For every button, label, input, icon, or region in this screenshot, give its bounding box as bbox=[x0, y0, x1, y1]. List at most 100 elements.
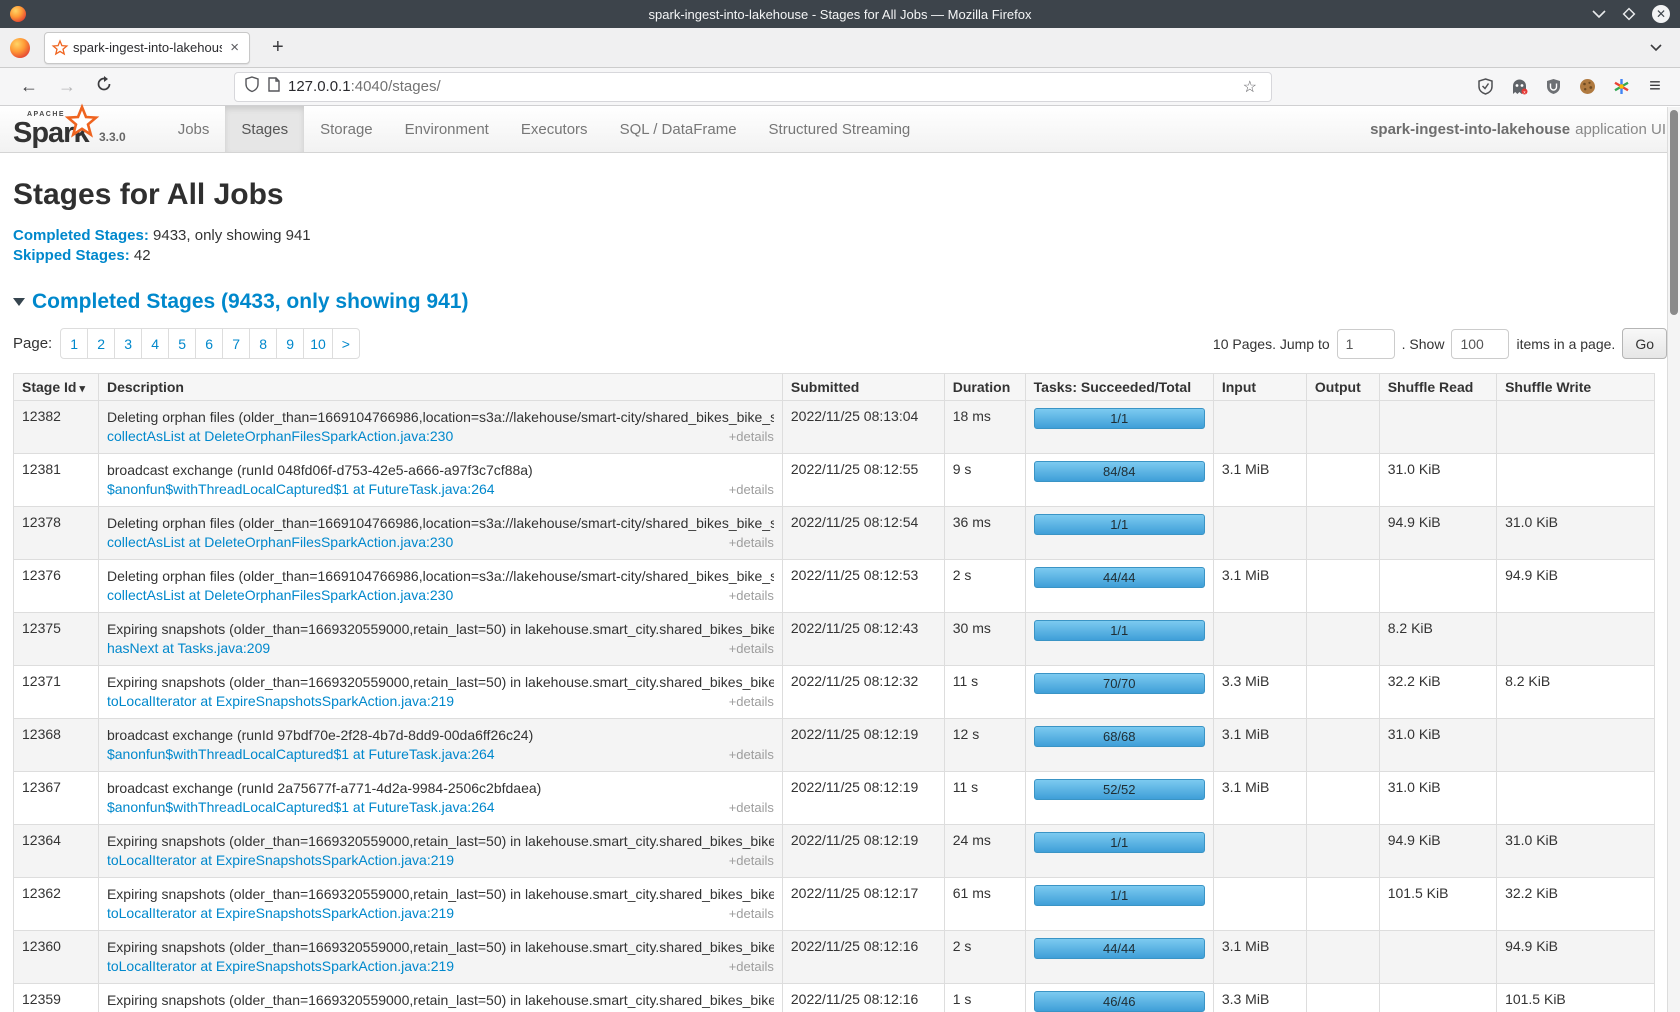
page-link-4[interactable]: 4 bbox=[141, 328, 169, 359]
stage-callsite-link[interactable]: toLocalIterator at ExpireSnapshotsSparkA… bbox=[107, 904, 454, 923]
details-toggle[interactable]: +details bbox=[729, 639, 774, 658]
browser-tab-active[interactable]: spark-ingest-into-lakehous × bbox=[44, 32, 250, 64]
column-header-input[interactable]: Input bbox=[1213, 374, 1306, 401]
details-toggle[interactable]: +details bbox=[729, 427, 774, 446]
stage-callsite-link[interactable]: collectAsList at DeleteOrphanFilesSparkA… bbox=[107, 586, 453, 605]
page-link-8[interactable]: 8 bbox=[249, 328, 277, 359]
page-link-10[interactable]: 10 bbox=[303, 328, 333, 359]
stage-callsite-link[interactable]: $anonfun$withThreadLocalCaptured$1 at Fu… bbox=[107, 798, 495, 817]
column-header-description[interactable]: Description bbox=[98, 374, 782, 401]
skipped-stages-link[interactable]: Skipped Stages: bbox=[13, 247, 130, 264]
stage-id-cell: 12382 bbox=[14, 401, 99, 454]
stage-callsite-link[interactable]: toLocalIterator at ExpireSnapshotsSparkA… bbox=[107, 957, 454, 976]
tasks-progress-bar: 52/52 bbox=[1034, 779, 1205, 800]
page-info-icon[interactable] bbox=[268, 77, 280, 97]
shuffle-read-cell bbox=[1379, 984, 1496, 1012]
tasks-cell: 1/1 bbox=[1025, 401, 1213, 454]
stage-callsite-link[interactable]: $anonfun$withThreadLocalCaptured$1 at Fu… bbox=[107, 480, 495, 499]
url-bar[interactable]: 127.0.0.1:4040/stages/ ☆ bbox=[234, 72, 1272, 102]
page-link-6[interactable]: 6 bbox=[195, 328, 223, 359]
list-all-tabs-chevron-icon[interactable] bbox=[1642, 35, 1670, 61]
duration-cell: 11 s bbox=[944, 772, 1025, 825]
extension-cookie-icon[interactable] bbox=[1576, 76, 1598, 98]
details-toggle[interactable]: +details bbox=[729, 692, 774, 711]
nav-item-stages[interactable]: Stages bbox=[225, 106, 304, 152]
application-name: spark-ingest-into-lakehouse bbox=[1370, 121, 1570, 138]
stage-callsite-link[interactable]: toLocalIterator at ExpireSnapshotsSparkA… bbox=[107, 692, 454, 711]
page-link-3[interactable]: 3 bbox=[114, 328, 142, 359]
nav-item-executors[interactable]: Executors bbox=[505, 106, 604, 152]
column-header-shuffle-read[interactable]: Shuffle Read bbox=[1379, 374, 1496, 401]
details-toggle[interactable]: +details bbox=[729, 957, 774, 976]
column-header-duration[interactable]: Duration bbox=[944, 374, 1025, 401]
details-toggle[interactable]: +details bbox=[729, 586, 774, 605]
extension-shield-check-icon[interactable] bbox=[1474, 76, 1496, 98]
page-link-9[interactable]: 9 bbox=[276, 328, 304, 359]
window-maximize-button[interactable] bbox=[1622, 7, 1636, 21]
stage-callsite-link[interactable]: $anonfun$withThreadLocalCaptured$1 at Fu… bbox=[107, 745, 495, 764]
menu-hamburger-icon[interactable]: ≡ bbox=[1644, 76, 1666, 98]
stage-callsite-link[interactable]: toLocalIterator at ExpireSnapshotsSparkA… bbox=[107, 851, 454, 870]
column-header-output[interactable]: Output bbox=[1306, 374, 1379, 401]
stage-callsite-link[interactable]: collectAsList at DeleteOrphanFilesSparkA… bbox=[107, 533, 453, 552]
input-cell bbox=[1213, 825, 1306, 878]
scrollbar-thumb[interactable] bbox=[1670, 110, 1678, 315]
details-toggle[interactable]: +details bbox=[729, 798, 774, 817]
nav-item-storage[interactable]: Storage bbox=[304, 106, 389, 152]
completed-stages-section-toggle[interactable]: Completed Stages (9433, only showing 941… bbox=[13, 290, 1667, 314]
column-header-shuffle-write[interactable]: Shuffle Write bbox=[1497, 374, 1655, 401]
extension-colorful-asterisk-icon[interactable] bbox=[1610, 76, 1632, 98]
new-tab-button[interactable]: + bbox=[266, 36, 290, 59]
submitted-cell: 2022/11/25 08:12:19 bbox=[782, 772, 944, 825]
input-cell bbox=[1213, 878, 1306, 931]
table-row: 12381 broadcast exchange (runId 048fd06f… bbox=[14, 454, 1655, 507]
forward-button[interactable]: → bbox=[48, 76, 86, 97]
shuffle-write-cell: 101.5 KiB bbox=[1497, 984, 1655, 1012]
jump-controls: 10 Pages. Jump to . Show items in a page… bbox=[1213, 328, 1667, 359]
stage-callsite-link[interactable]: collectAsList at DeleteOrphanFilesSparkA… bbox=[107, 427, 453, 446]
stage-callsite-link[interactable]: hasNext at Tasks.java:209 bbox=[107, 639, 270, 658]
column-header-tasks[interactable]: Tasks: Succeeded/Total bbox=[1025, 374, 1213, 401]
page-scrollbar[interactable] bbox=[1667, 107, 1680, 1012]
bookmark-star-icon[interactable]: ☆ bbox=[1239, 77, 1261, 97]
reload-button[interactable] bbox=[86, 76, 122, 97]
tracking-shield-icon[interactable] bbox=[245, 76, 259, 97]
shuffle-write-cell bbox=[1497, 454, 1655, 507]
tab-close-icon[interactable]: × bbox=[228, 40, 241, 55]
stage-id-cell: 12360 bbox=[14, 931, 99, 984]
go-button[interactable]: Go bbox=[1622, 328, 1667, 359]
nav-item-structured-streaming[interactable]: Structured Streaming bbox=[753, 106, 927, 152]
firefox-view-icon[interactable] bbox=[10, 38, 30, 58]
page-link-1[interactable]: 1 bbox=[60, 328, 88, 359]
jump-to-page-input[interactable] bbox=[1337, 329, 1395, 359]
output-cell bbox=[1306, 613, 1379, 666]
page-link-5[interactable]: 5 bbox=[168, 328, 196, 359]
table-row: 12367 broadcast exchange (runId 2a75677f… bbox=[14, 772, 1655, 825]
window-title: spark-ingest-into-lakehouse - Stages for… bbox=[0, 7, 1680, 22]
column-header-submitted[interactable]: Submitted bbox=[782, 374, 944, 401]
nav-item-jobs[interactable]: Jobs bbox=[162, 106, 226, 152]
details-toggle[interactable]: +details bbox=[729, 904, 774, 923]
nav-item-sql-dataframe[interactable]: SQL / DataFrame bbox=[604, 106, 753, 152]
output-cell bbox=[1306, 931, 1379, 984]
items-per-page-input[interactable] bbox=[1451, 329, 1509, 359]
window-close-button[interactable]: ✕ bbox=[1652, 5, 1670, 23]
details-toggle[interactable]: +details bbox=[729, 533, 774, 552]
tasks-cell: 1/1 bbox=[1025, 825, 1213, 878]
description-cell: broadcast exchange (runId 048fd06f-d753-… bbox=[98, 454, 782, 507]
details-toggle[interactable]: +details bbox=[729, 851, 774, 870]
details-toggle[interactable]: +details bbox=[729, 480, 774, 499]
submitted-cell: 2022/11/25 08:12:54 bbox=[782, 507, 944, 560]
page-link-2[interactable]: 2 bbox=[87, 328, 115, 359]
completed-stages-link[interactable]: Completed Stages: bbox=[13, 227, 149, 244]
submitted-cell: 2022/11/25 08:12:16 bbox=[782, 931, 944, 984]
details-toggle[interactable]: +details bbox=[729, 745, 774, 764]
window-minimize-button[interactable] bbox=[1592, 10, 1606, 19]
column-header-stage-id[interactable]: Stage Id▾ bbox=[14, 374, 99, 401]
next-page-button[interactable]: > bbox=[332, 328, 360, 359]
nav-item-environment[interactable]: Environment bbox=[389, 106, 505, 152]
extension-ublock-icon[interactable] bbox=[1542, 76, 1564, 98]
page-link-7[interactable]: 7 bbox=[222, 328, 250, 359]
back-button[interactable]: ← bbox=[10, 76, 48, 97]
extension-ghostery-icon[interactable]: x bbox=[1508, 76, 1530, 98]
